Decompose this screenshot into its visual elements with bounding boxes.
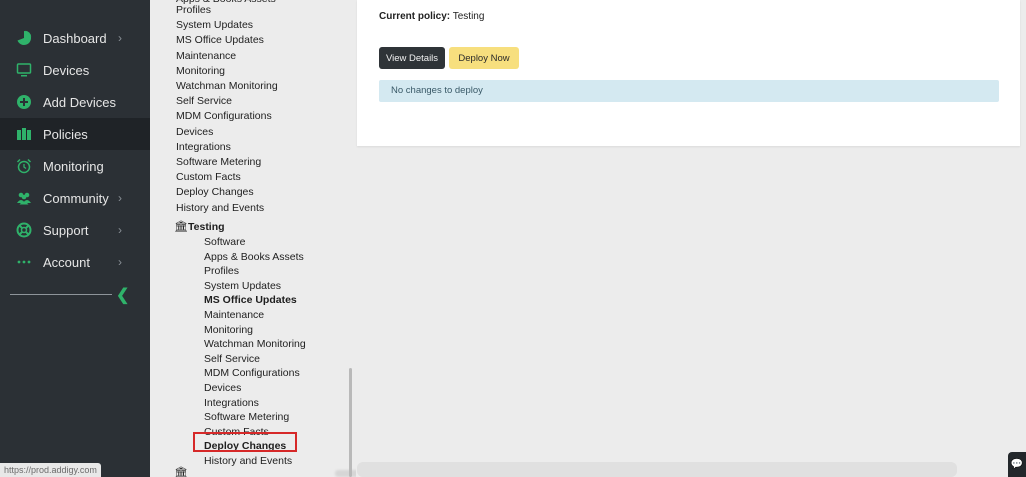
status-bar-url: https://prod.addigy.com	[0, 463, 101, 477]
highlight-annotation	[193, 432, 297, 452]
sidebar-item-account[interactable]: Account ›	[0, 246, 150, 278]
tree-item[interactable]: Integrations	[176, 141, 231, 154]
policies-icon	[16, 126, 32, 142]
sidebar: Dashboard › Devices Add Devices Policies Moni…	[0, 0, 150, 477]
deploy-panel: Current policy: Testing View Details Dep…	[357, 0, 1020, 146]
tree-item[interactable]: MS Office Updates	[204, 294, 297, 307]
tree-item[interactable]: Integrations	[204, 397, 259, 410]
view-details-button[interactable]: View Details	[379, 47, 445, 69]
building-icon: 🏛	[174, 467, 188, 477]
tree-item[interactable]: MDM Configurations	[176, 110, 272, 123]
sidebar-item-label: Dashboard	[43, 30, 107, 46]
lifebuoy-icon	[16, 222, 32, 238]
users-icon	[16, 190, 32, 206]
sidebar-item-monitoring[interactable]: Monitoring	[0, 150, 150, 182]
tree-item[interactable]: System Updates	[176, 19, 253, 32]
no-changes-message: No changes to deploy	[391, 85, 483, 96]
sidebar-item-label: Account	[43, 254, 90, 270]
tree-item[interactable]: Monitoring	[176, 65, 225, 78]
pie-chart-icon	[16, 30, 32, 46]
tree-item[interactable]: Custom Facts	[176, 171, 241, 184]
no-changes-alert: No changes to deploy	[379, 80, 999, 102]
sidebar-item-label: Add Devices	[43, 94, 116, 110]
sidebar-item-label: Devices	[43, 62, 90, 78]
sidebar-item-label: Support	[43, 222, 89, 238]
sidebar-item-label: Monitoring	[43, 158, 104, 174]
tree-item[interactable]: Software Metering	[204, 411, 289, 424]
current-policy-label: Current policy:	[379, 11, 451, 22]
plus-circle-icon	[16, 94, 32, 110]
sidebar-item-label: Community	[43, 190, 109, 206]
building-icon: 🏛	[174, 221, 188, 233]
tree-item[interactable]: Monitoring	[204, 324, 253, 337]
monitor-icon	[16, 62, 32, 78]
sidebar-item-devices[interactable]: Devices	[0, 54, 150, 86]
deploy-now-button[interactable]: Deploy Now	[449, 47, 519, 69]
tree-item[interactable]: Profiles	[204, 265, 239, 278]
tree-item[interactable]: History and Events	[204, 455, 292, 468]
chevron-right-icon: ›	[118, 31, 122, 45]
tree-item[interactable]: History and Events	[176, 202, 264, 215]
chevron-right-icon: ›	[118, 191, 122, 205]
tree-item[interactable]: Deploy Changes	[176, 186, 254, 199]
tree-item[interactable]: Self Service	[176, 95, 232, 108]
tree-item[interactable]: Software	[204, 236, 245, 249]
sidebar-item-dashboard[interactable]: Dashboard ›	[0, 22, 150, 54]
tree-item[interactable]: Profiles	[176, 4, 211, 17]
chevron-right-icon: ›	[118, 223, 122, 237]
tree-item[interactable]: Devices	[176, 126, 213, 139]
sidebar-item-community[interactable]: Community ›	[0, 182, 150, 214]
collapse-sidebar-icon[interactable]: ❮	[116, 285, 129, 305]
tree-item[interactable]: Maintenance	[176, 50, 236, 63]
tree-item[interactable]: Watchman Monitoring	[204, 338, 306, 351]
tree-item[interactable]: Self Service	[204, 353, 260, 366]
sidebar-item-support[interactable]: Support ›	[0, 214, 150, 246]
policy-tree: Apps & Books AssetsProfilesSystem Update…	[150, 0, 356, 477]
tree-item[interactable]: Maintenance	[204, 309, 264, 322]
tree-item[interactable]: Devices	[204, 382, 241, 395]
chat-icon[interactable]: 💬	[1008, 452, 1026, 477]
ellipsis-icon	[16, 254, 32, 270]
blurred-tree-item	[335, 470, 356, 477]
chevron-right-icon: ›	[118, 255, 122, 269]
sidebar-item-label: Policies	[43, 126, 88, 142]
alarm-clock-icon	[16, 158, 32, 174]
tree-item[interactable]: Watchman Monitoring	[176, 80, 278, 93]
current-policy-value: Testing	[452, 11, 485, 22]
tree-item[interactable]: Testing	[188, 221, 225, 234]
sidebar-item-policies[interactable]: Policies	[0, 118, 150, 150]
tree-item[interactable]: Apps & Books Assets	[204, 251, 304, 264]
collapse-divider	[10, 294, 112, 295]
bottom-bar	[357, 462, 957, 477]
tree-scrollbar[interactable]	[349, 368, 352, 477]
tree-item[interactable]: MDM Configurations	[204, 367, 300, 380]
tree-item[interactable]: System Updates	[204, 280, 281, 293]
tree-item[interactable]: Software Metering	[176, 156, 261, 169]
tree-item[interactable]: MS Office Updates	[176, 34, 264, 47]
sidebar-item-add-devices[interactable]: Add Devices	[0, 86, 150, 118]
current-policy: Current policy: Testing	[379, 11, 484, 22]
